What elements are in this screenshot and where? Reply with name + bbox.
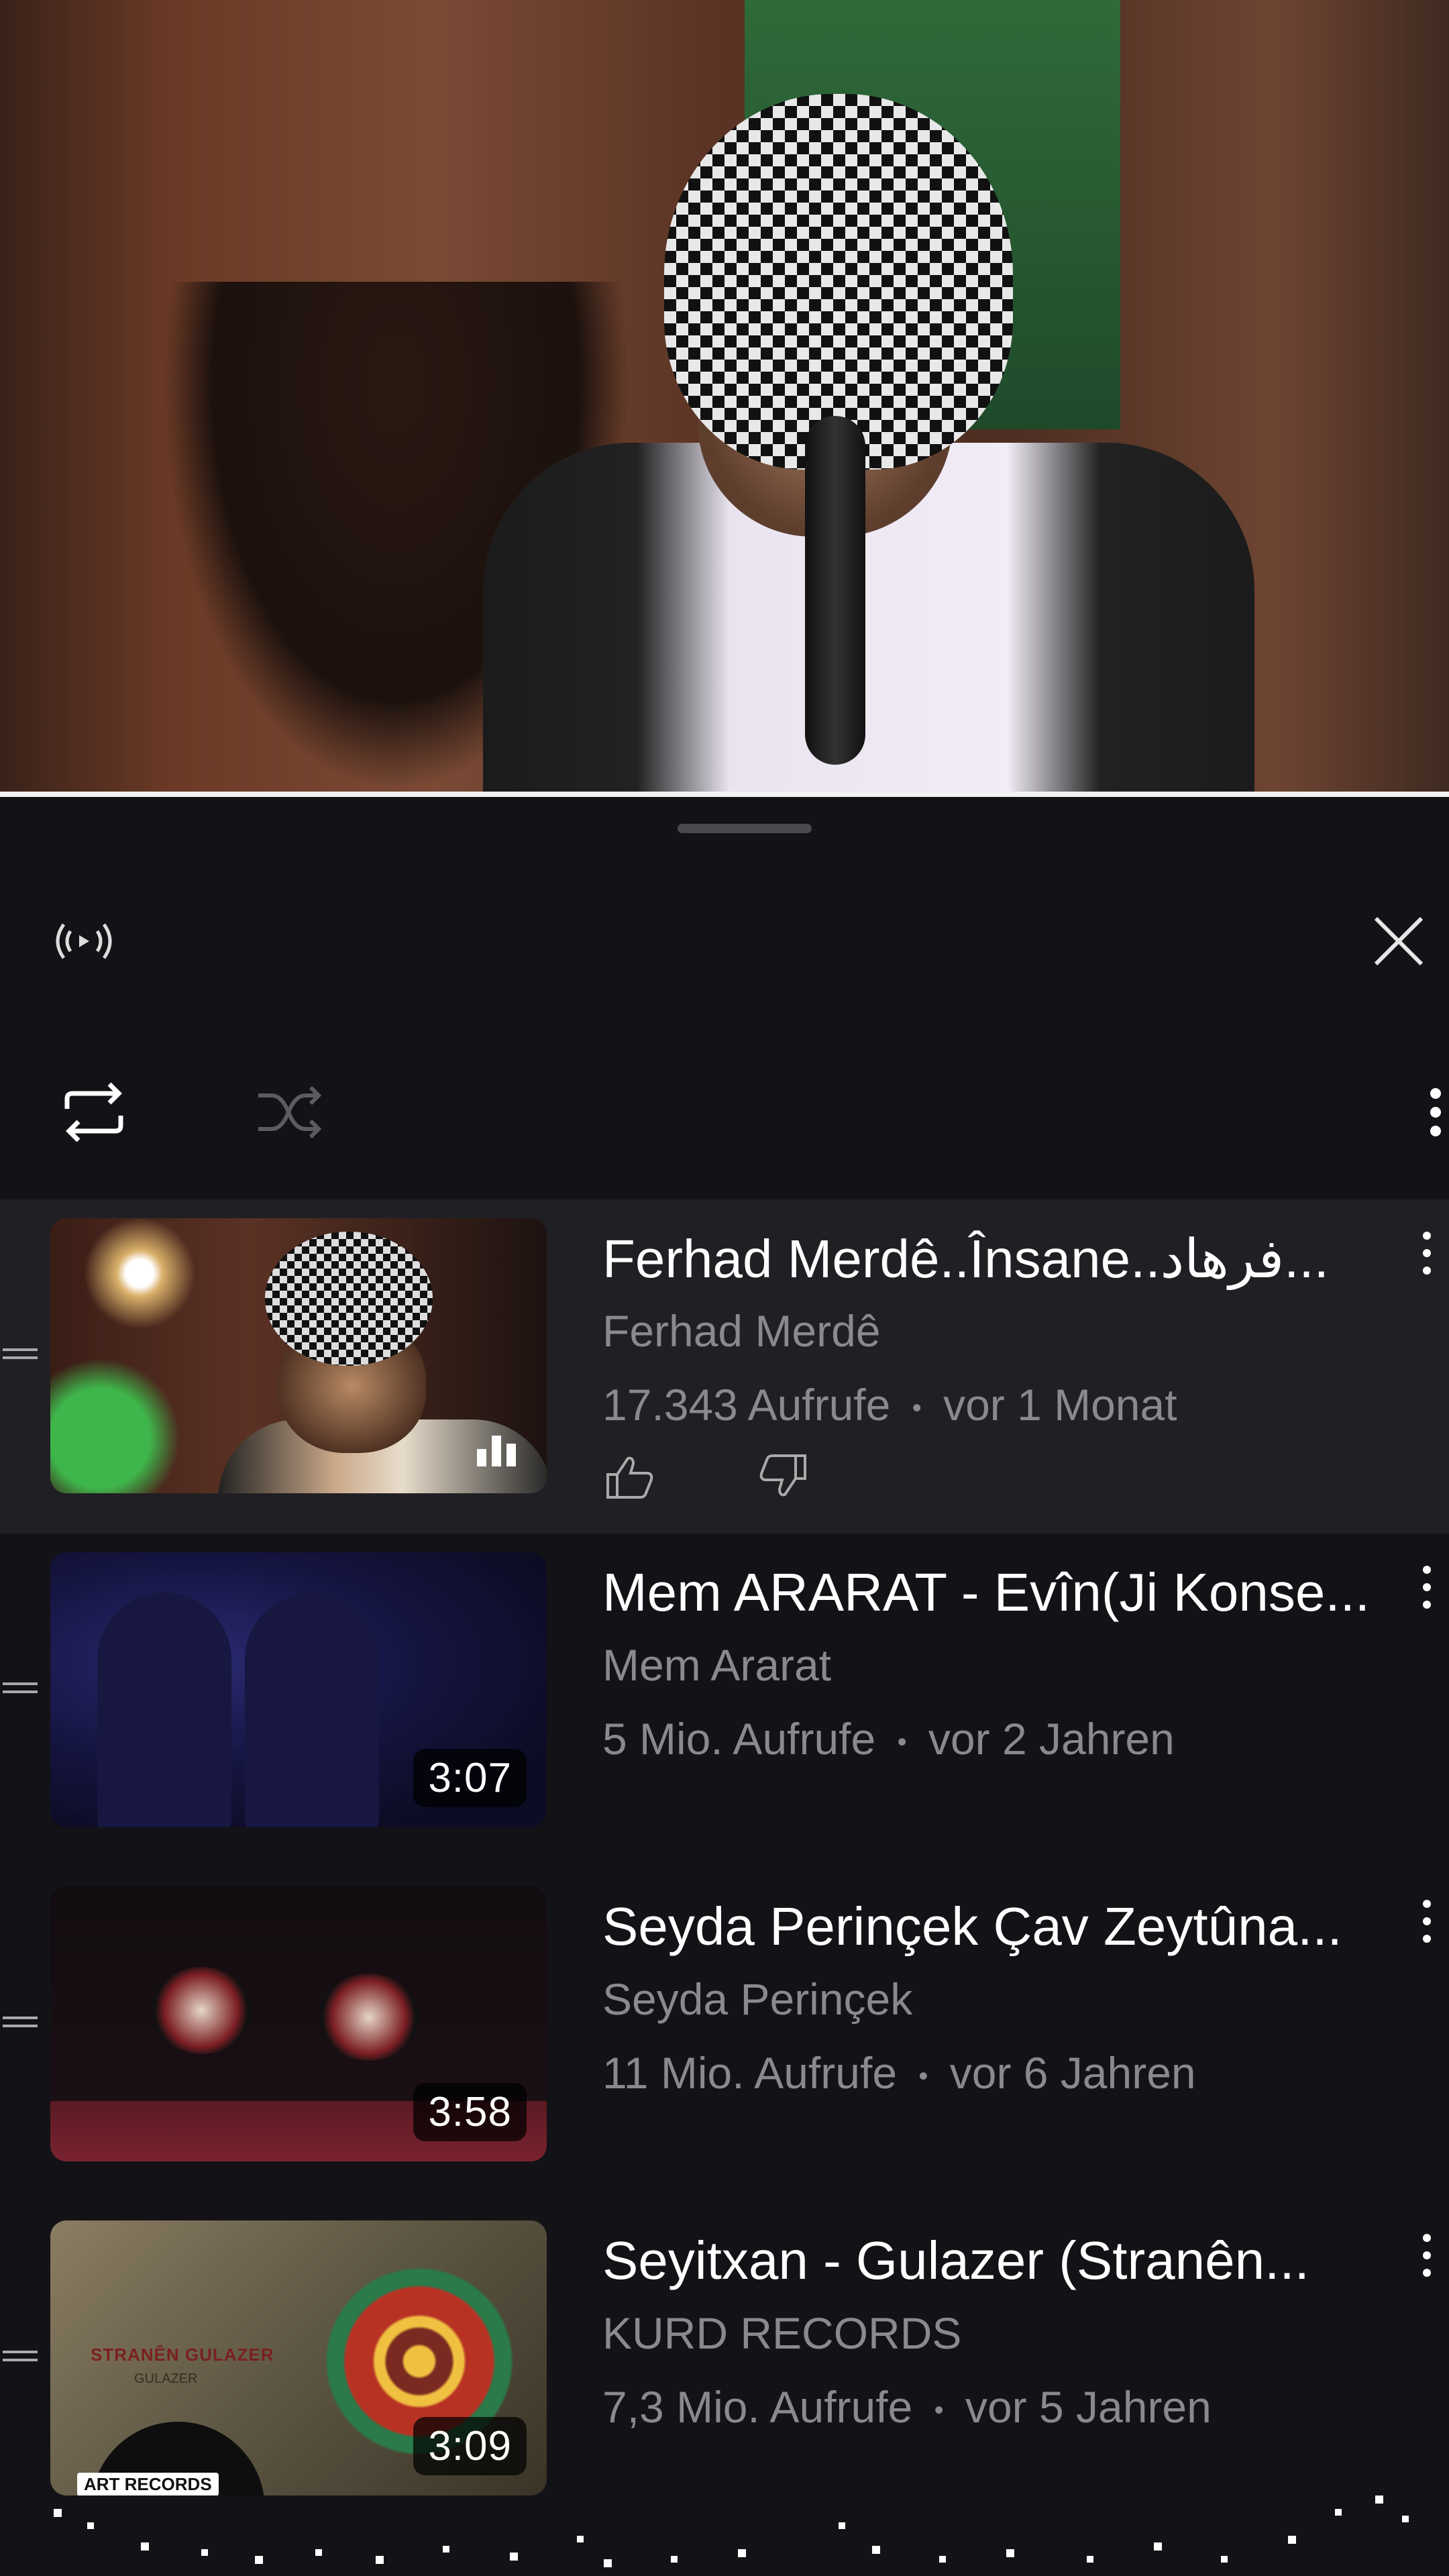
separator-dot: • [912, 1393, 922, 1424]
item-more-icon[interactable] [1417, 1226, 1449, 1300]
video-thumbnail[interactable]: 3:07 [50, 1552, 547, 1827]
view-count: 11 Mio. Aufrufe [602, 2048, 898, 2098]
video-title[interactable]: Seyda Perinçek Çav Zeytûna... [602, 1896, 1394, 1957]
view-count: 17.343 Aufrufe [602, 1380, 891, 1430]
separator-dot: • [897, 1727, 907, 1758]
drag-handle-icon[interactable] [0, 2002, 40, 2042]
video-meta: 7,3 Mio. Aufrufe • vor 5 Jahren [602, 2381, 1212, 2432]
upload-age: vor 2 Jahren [928, 1714, 1175, 1764]
video-thumbnail[interactable]: 3:58 [50, 1886, 547, 2161]
video-title[interactable]: Seyitxan - Gulazer (Stranên... [602, 2230, 1394, 2292]
video-duration: 3:58 [413, 2083, 527, 2141]
video-meta: 17.343 Aufrufe • vor 1 Monat [602, 1379, 1177, 1430]
channel-name: Seyda Perinçek [602, 1974, 913, 2024]
playlist-item[interactable]: Ferhad Merdê..Însane..فرهاد... Ferhad Me… [0, 1199, 1449, 1534]
upload-age: vor 5 Jahren [965, 2382, 1212, 2432]
shuffle-icon[interactable] [241, 1065, 335, 1159]
close-icon[interactable] [1362, 904, 1436, 978]
video-duration: 3:09 [413, 2417, 527, 2475]
video-title[interactable]: Ferhad Merdê..Însane..فرهاد... [602, 1228, 1394, 1290]
video-duration: 3:07 [413, 1749, 527, 1807]
video-divider [0, 792, 1449, 797]
channel-name: Ferhad Merdê [602, 1306, 881, 1356]
panel-drag-handle[interactable] [678, 824, 812, 833]
thumbs-down-icon[interactable] [757, 1453, 810, 1503]
video-microphone [805, 416, 865, 765]
now-playing-icon [473, 1429, 520, 1469]
playlist-item[interactable]: 3:07 Mem ARARAT - Evîn(Ji Konse... Mem A… [0, 1534, 1449, 1868]
channel-name: KURD RECORDS [602, 2308, 962, 2358]
cast-live-icon[interactable] [40, 904, 127, 978]
like-controls [602, 1453, 810, 1503]
thumbnail-sub-text: GULAZER [134, 2371, 198, 2386]
repeat-icon[interactable] [47, 1065, 141, 1159]
view-count: 5 Mio. Aufrufe [602, 1714, 876, 1764]
video-meta: 5 Mio. Aufrufe • vor 2 Jahren [602, 1713, 1175, 1764]
video-title[interactable]: Mem ARARAT - Evîn(Ji Konse... [602, 1562, 1394, 1623]
drag-handle-icon[interactable] [0, 1668, 40, 1708]
view-count: 7,3 Mio. Aufrufe [602, 2382, 913, 2432]
upload-age: vor 6 Jahren [949, 2048, 1196, 2098]
separator-dot: • [918, 2061, 928, 2092]
item-more-icon[interactable] [1417, 2229, 1449, 2302]
thumbs-up-icon[interactable] [602, 1453, 656, 1503]
item-more-icon[interactable] [1417, 1894, 1449, 1968]
video-singer-headscarf [664, 94, 1013, 470]
video-thumbnail[interactable]: STRANÊN GULAZER GULAZER ART RECORDS 3:09 [50, 2220, 547, 2496]
video-meta: 11 Mio. Aufrufe • vor 6 Jahren [602, 2047, 1196, 2098]
drag-handle-icon[interactable] [0, 1334, 40, 1374]
thumbnail-title-text: STRANÊN GULAZER [91, 2345, 274, 2365]
drag-handle-icon[interactable] [0, 2336, 40, 2376]
playlist-item[interactable]: 3:58 Seyda Perinçek Çav Zeytûna... Seyda… [0, 1868, 1449, 2202]
item-more-icon[interactable] [1417, 1560, 1449, 1634]
more-vertical-icon[interactable] [1415, 1065, 1449, 1159]
queue-panel: Ferhad Merdê..Însane..فرهاد... Ferhad Me… [0, 797, 1449, 2576]
video-player[interactable] [0, 0, 1449, 795]
separator-dot: • [934, 2396, 944, 2426]
sparkle-overlay [54, 2496, 1409, 2567]
channel-name: Mem Ararat [602, 1640, 832, 1690]
video-thumbnail[interactable] [50, 1218, 547, 1493]
upload-age: vor 1 Monat [943, 1380, 1177, 1430]
